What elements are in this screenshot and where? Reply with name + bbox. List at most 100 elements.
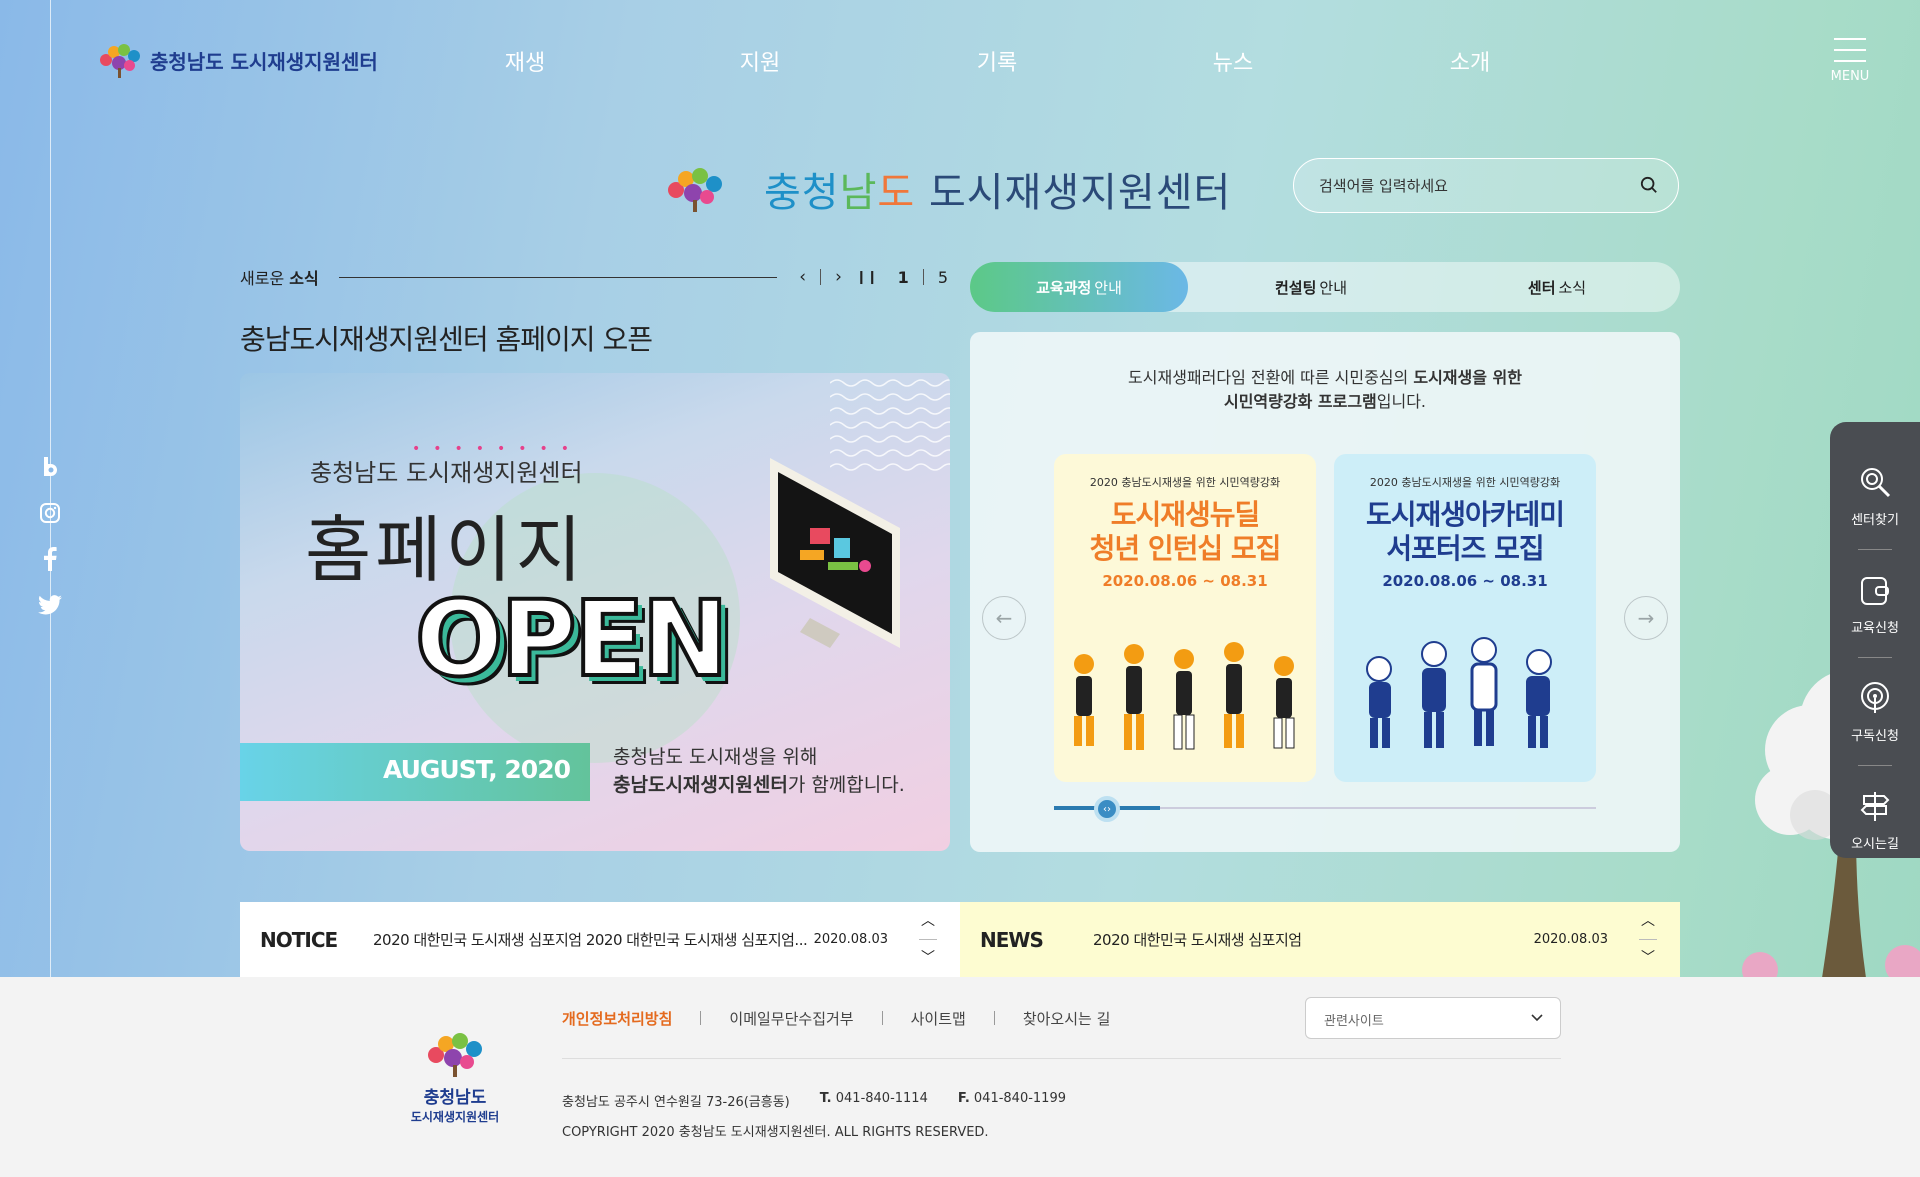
brand-part-2: 남 — [839, 170, 878, 216]
tab-consulting-rest: 안내 — [1319, 278, 1347, 297]
footer-link-separator — [993, 1011, 995, 1025]
search-input[interactable] — [1319, 159, 1619, 212]
card-title-line1: 도시재생뉴딜 — [1110, 498, 1261, 531]
site-logo[interactable]: 충청남도 도시재생지원센터 — [98, 44, 378, 78]
news-current-page: 1 — [897, 267, 909, 287]
banner-open-text: OPEN — [413, 576, 731, 702]
brand-title: 충청남도 도시재생지원센터 — [666, 160, 1231, 218]
nav-item-regeneration[interactable]: 재생 — [505, 45, 545, 77]
program-panel: 도시재생패러다임 전환에 따른 시민중심의 도시재생을 위한 시민역량강화 프로… — [970, 332, 1680, 852]
notice-heading: NOTICE — [260, 927, 338, 952]
footer-tel: T. 041-840-1114 — [820, 1091, 928, 1110]
quick-label-center-find: 센터찾기 — [1851, 512, 1899, 528]
quick-edu-apply[interactable]: 교육신청 — [1830, 550, 1920, 658]
chevron-up-icon[interactable]: ︿ — [921, 914, 935, 928]
tab-center-rest: 소식 — [1558, 278, 1587, 297]
footer-fax: F. 041-840-1199 — [958, 1091, 1066, 1110]
footer-link-separator — [881, 1011, 883, 1025]
related-sites-select[interactable]: 관련사이트 — [1305, 997, 1561, 1039]
notice-scroller: ︿ ﹀ — [918, 914, 938, 965]
nav-item-about[interactable]: 소개 — [1450, 45, 1490, 77]
card-kicker: 2020 충남도시재생을 위한 시민역량강화 — [1089, 476, 1281, 489]
edu-apply-icon — [1861, 576, 1889, 605]
news-label-plain: 새로운 — [240, 269, 285, 288]
footer-logo-line1: 충청남도 — [423, 1088, 487, 1108]
news-bar-text[interactable]: 2020 대한민국 도시재생 심포지엄 — [1093, 929, 1534, 950]
quick-menu: 센터찾기 교육신청 구독신청 오시는길 — [1830, 422, 1920, 858]
chevron-down-icon — [1531, 1014, 1543, 1022]
prev-arrow-icon[interactable]: ‹ — [799, 267, 806, 287]
card-title-line2: 서포터즈 모집 — [1386, 532, 1544, 565]
menu-button[interactable]: MENU — [1830, 38, 1870, 84]
footer-address: 충청남도 공주시 연수원길 73-26(금흥동) — [562, 1095, 790, 1110]
program-card[interactable]: 2020 충남도시재생을 위한 시민역량강화 도시재생뉴딜 청년 인턴십 모집 2… — [1054, 454, 1316, 782]
footer-link-sitemap[interactable]: 사이트맵 — [911, 1008, 966, 1029]
tab-center-bold: 센터 — [1527, 278, 1556, 297]
tab-education-rest: 안내 — [1094, 278, 1122, 297]
news-bar-heading: NEWS — [980, 927, 1044, 952]
tab-consulting[interactable]: 컨설팅 안내 — [1188, 262, 1434, 312]
hamburger-line — [1834, 49, 1866, 51]
news-ticker: 새로운 소식 ‹ › ❙❙ 1 5 — [240, 266, 948, 288]
news-bar: NEWS 2020 대한민국 도시재생 심포지엄 2020.08.03 ︿ ﹀ — [960, 902, 1680, 977]
intro2-bold: 시민역량강화 프로그램 — [1223, 392, 1377, 411]
footer-link-email-refusal[interactable]: 이메일무단수집거부 — [729, 1008, 853, 1029]
banner-description: 충청남도 도시재생을 위해 충남도시재생지원센터가 함께합니다. — [613, 743, 905, 799]
monitor-illustration-icon — [770, 458, 900, 648]
footer-link-privacy[interactable]: 개인정보처리방침 — [562, 1008, 672, 1029]
page-separator — [922, 269, 924, 285]
instagram-icon[interactable] — [38, 501, 62, 525]
footer-divider — [562, 1058, 1561, 1059]
banner-date: AUGUST, 2020 — [240, 743, 590, 801]
main-banner[interactable]: •••••••• 충청남도 도시재생지원센터 홈페이지 OPEN AUGUST,… — [240, 373, 950, 851]
quick-label-directions: 오시는길 — [1851, 836, 1899, 852]
blog-icon[interactable] — [38, 455, 62, 479]
fax-label: F. — [957, 1091, 970, 1106]
directions-icon — [1860, 791, 1890, 821]
slider-handle[interactable]: ‹› — [1094, 796, 1120, 822]
fax-value: 041-840-1199 — [973, 1091, 1066, 1106]
news-divider — [338, 276, 778, 278]
quick-center-find[interactable]: 센터찾기 — [1830, 442, 1920, 550]
news-headline[interactable]: 충남도시재생지원센터 홈페이지 오픈 — [240, 318, 653, 358]
program-card[interactable]: 2020 충남도시재생을 위한 시민역량강화 도시재생아카데미 서포터즈 모집 2… — [1334, 454, 1596, 782]
news-label-bold: 소식 — [289, 269, 319, 288]
chevron-up-icon[interactable]: ︿ — [1641, 914, 1655, 928]
people-illustration-icon — [1074, 642, 1295, 750]
next-arrow-icon[interactable]: → — [1624, 596, 1668, 640]
nav-item-records[interactable]: 기록 — [977, 45, 1017, 77]
tab-center-news[interactable]: 센터 소식 — [1434, 262, 1680, 312]
twitter-icon[interactable] — [38, 593, 62, 617]
chevron-down-icon[interactable]: ﹀ — [921, 951, 935, 965]
logo-tree-icon — [98, 44, 142, 78]
banner-desc-line1: 충청남도 도시재생을 위해 — [613, 746, 818, 768]
quick-directions[interactable]: 오시는길 — [1830, 766, 1920, 874]
chevron-down-icon[interactable]: ﹀ — [1641, 951, 1655, 965]
next-arrow-icon[interactable]: › — [835, 267, 842, 287]
news-bar-date: 2020.08.03 — [1533, 932, 1608, 947]
search-icon[interactable] — [1640, 176, 1658, 194]
center-find-icon — [1861, 467, 1891, 497]
footer-link-directions[interactable]: 찾아오시는 길 — [1023, 1008, 1111, 1029]
logo-text: 충청남도 도시재생지원센터 — [150, 49, 378, 74]
footer-logo-line2: 도시재생지원센터 — [410, 1110, 500, 1124]
notice-text[interactable]: 2020 대한민국 도시재생 심포지엄 2020 대한민국 도시재생 심포지엄.… — [373, 929, 814, 950]
intro-line1: 도시재생패러다임 전환에 따른 시민중심의 도시재생을 위한 — [970, 366, 1680, 390]
nav-item-news[interactable]: 뉴스 — [1213, 45, 1253, 77]
news-scroller: ︿ ﹀ — [1638, 914, 1658, 965]
brand-name: 충청남도 도시재생지원센터 — [764, 160, 1231, 218]
intro1-plain: 도시재생패러다임 전환에 따른 시민중심의 — [1128, 368, 1409, 387]
hamburger-line — [1834, 60, 1866, 62]
prev-arrow-icon[interactable]: ← — [982, 596, 1026, 640]
card-title-line1: 도시재생아카데미 — [1365, 498, 1565, 531]
quick-subscribe[interactable]: 구독신청 — [1830, 658, 1920, 766]
pause-icon[interactable]: ❙❙ — [856, 270, 878, 285]
notice-bar: NOTICE 2020 대한민국 도시재생 심포지엄 2020 대한민국 도시재… — [240, 902, 960, 977]
nav-item-support[interactable]: 지원 — [740, 45, 780, 77]
tab-education[interactable]: 교육과정 안내 — [970, 262, 1188, 312]
tab-consulting-bold: 컨설팅 — [1274, 278, 1317, 297]
quick-label-subscribe: 구독신청 — [1851, 728, 1899, 744]
intro1-bold: 도시재생을 위한 — [1413, 368, 1522, 387]
facebook-icon[interactable] — [38, 547, 62, 571]
card-kicker: 2020 충남도시재생을 위한 시민역량강화 — [1369, 476, 1561, 489]
